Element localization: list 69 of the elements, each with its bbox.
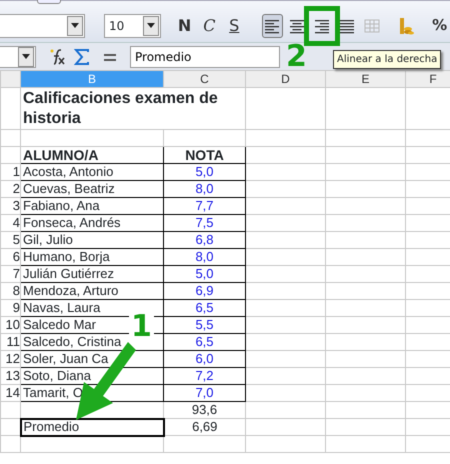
- student-name: Acosta, Antonio: [20, 164, 164, 180]
- dropdown-button[interactable]: [142, 16, 159, 36]
- row-number: 9: [0, 300, 20, 316]
- percent-button[interactable]: %: [429, 14, 450, 38]
- grade-value: 7,0: [164, 384, 246, 402]
- grade-value: 7,5: [164, 214, 246, 232]
- row-number: 11: [0, 334, 20, 350]
- step-number: 2: [286, 42, 307, 72]
- grade-value: 8,0: [164, 180, 246, 198]
- column-heading: ALUMNO/A: [20, 146, 164, 164]
- grade-value: 6,5: [164, 300, 246, 316]
- caret-icon: [22, 54, 30, 59]
- dropdown-button[interactable]: [66, 16, 83, 36]
- student-name: Cuevas, Beatriz: [20, 180, 164, 198]
- row-number: 2: [0, 180, 20, 198]
- sheet-title: Calificaciones examen de historia: [20, 88, 246, 130]
- grade-value: 7,7: [164, 198, 246, 214]
- tooltip: Alinear a la derecha: [333, 50, 442, 69]
- grade-value: 6,9: [164, 282, 246, 300]
- align-left-button[interactable]: [262, 14, 283, 38]
- table-grid-icon: [364, 16, 380, 34]
- name-box[interactable]: [0, 46, 36, 68]
- font-size-value: 10: [108, 18, 124, 34]
- caret-icon: [70, 23, 79, 28]
- column-header[interactable]: D: [246, 70, 326, 88]
- row-number: 13: [0, 368, 20, 384]
- column-header[interactable]: E: [326, 70, 406, 88]
- student-name: Mendoza, Arturo: [20, 282, 164, 300]
- column-header[interactable]: F: [406, 70, 450, 88]
- student-name: Gil, Julio: [20, 232, 164, 248]
- grade-value: 8,0: [164, 248, 246, 266]
- row-number: 12: [0, 350, 20, 368]
- underline-button[interactable]: S: [224, 14, 245, 38]
- row-number: 1: [0, 164, 20, 180]
- row-number: 6: [0, 248, 20, 266]
- grade-value: 6,0: [164, 350, 246, 368]
- average-value: 6,69: [164, 418, 246, 436]
- grade-value: 5,0: [164, 164, 246, 180]
- function-wizard-icon[interactable]: [48, 48, 66, 66]
- font-size-field[interactable]: 10: [104, 14, 161, 38]
- formula-icon[interactable]: [104, 52, 116, 62]
- coins-icon[interactable]: [398, 16, 414, 34]
- sum-icon[interactable]: [74, 48, 90, 66]
- caret-icon: [146, 23, 155, 28]
- column-heading: NOTA: [164, 146, 246, 164]
- grade-value: 5,0: [164, 266, 246, 282]
- grade-value: 5,5: [164, 316, 246, 334]
- grade-value: 7,2: [164, 368, 246, 384]
- total-value: 93,6: [164, 402, 246, 418]
- student-name: Julián Gutiérrez: [20, 266, 164, 282]
- row-number: 7: [0, 266, 20, 282]
- student-name: Humano, Borja: [20, 248, 164, 266]
- average-label: Promedio: [20, 418, 164, 436]
- student-name: Fonseca, Andrés: [20, 214, 164, 232]
- row-number: 5: [0, 232, 20, 248]
- student-name: Fabiano, Ana: [20, 198, 164, 214]
- grade-value: 6,8: [164, 232, 246, 248]
- row-number: 8: [0, 282, 20, 300]
- grade-value: 6,5: [164, 334, 246, 350]
- row-number: 3: [0, 198, 20, 214]
- bold-button[interactable]: N: [174, 14, 196, 38]
- italic-button[interactable]: C: [199, 14, 220, 38]
- row-number: 10: [0, 316, 20, 334]
- row-number: 14: [0, 384, 20, 402]
- font-name-field[interactable]: [0, 14, 85, 38]
- dropdown-button[interactable]: [18, 46, 34, 66]
- row-number: 4: [0, 214, 20, 232]
- column-header[interactable]: C: [164, 70, 246, 88]
- formula-input[interactable]: Promedio: [130, 46, 280, 68]
